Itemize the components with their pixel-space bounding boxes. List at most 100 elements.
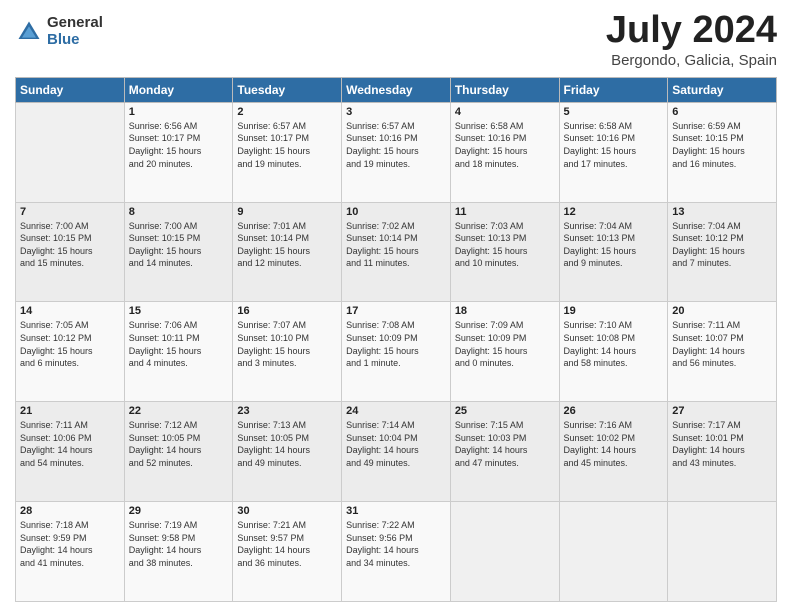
day-number: 20 — [672, 305, 772, 317]
calendar-cell: 13 Sunrise: 7:04 AM Sunset: 10:12 PM Dayl… — [668, 202, 777, 302]
calendar-cell: 19 Sunrise: 7:10 AM Sunset: 10:08 PM Dayl… — [559, 302, 668, 402]
day-number: 28 — [20, 505, 120, 517]
logo-blue: Blue — [47, 32, 103, 49]
calendar-cell: 21Sunrise: 7:11 AM Sunset: 10:06 PM Dayl… — [16, 402, 125, 502]
day-number: 7 — [20, 206, 120, 218]
day-info: Sunrise: 7:12 AM Sunset: 10:05 PM Daylig… — [129, 419, 229, 469]
calendar-cell: 28 Sunrise: 7:18 AM Sunset: 9:59 PM Dayli… — [16, 502, 125, 602]
calendar-cell: 24Sunrise: 7:14 AM Sunset: 10:04 PM Dayl… — [342, 402, 451, 502]
day-number: 25 — [455, 405, 555, 417]
day-number: 30 — [237, 505, 337, 517]
calendar-cell: 18Sunrise: 7:09 AM Sunset: 10:09 PM Dayl… — [450, 302, 559, 402]
day-number: 13 — [672, 206, 772, 218]
day-info: Sunrise: 7:22 AM Sunset: 9:56 PM Dayligh… — [346, 519, 446, 569]
day-info: Sunrise: 7:11 AM Sunset: 10:07 PM Daylig… — [672, 319, 772, 369]
calendar-table: SundayMondayTuesdayWednesdayThursdayFrid… — [15, 77, 777, 602]
logo-text: General Blue — [47, 15, 103, 48]
days-header-row: SundayMondayTuesdayWednesdayThursdayFrid… — [16, 77, 777, 102]
calendar-cell: 30 Sunrise: 7:21 AM Sunset: 9:57 PM Dayli… — [233, 502, 342, 602]
day-number: 18 — [455, 305, 555, 317]
week-row-3: 14 Sunrise: 7:05 AM Sunset: 10:12 PM Dayl… — [16, 302, 777, 402]
day-number: 3 — [346, 106, 446, 118]
location: Bergondo, Galicia, Spain — [606, 52, 777, 69]
day-info: Sunrise: 7:19 AM Sunset: 9:58 PM Dayligh… — [129, 519, 229, 569]
day-info: Sunrise: 7:04 AM Sunset: 10:12 PM Daylig… — [672, 220, 772, 270]
calendar-cell: 11 Sunrise: 7:03 AM Sunset: 10:13 PM Dayl… — [450, 202, 559, 302]
day-number: 29 — [129, 505, 229, 517]
day-info: Sunrise: 7:18 AM Sunset: 9:59 PM Dayligh… — [20, 519, 120, 569]
calendar-header: SundayMondayTuesdayWednesdayThursdayFrid… — [16, 77, 777, 102]
header: General Blue July 2024 Bergondo, Galicia… — [15, 10, 777, 69]
calendar-cell: 20 Sunrise: 7:11 AM Sunset: 10:07 PM Dayl… — [668, 302, 777, 402]
day-info: Sunrise: 7:00 AM Sunset: 10:15 PM Daylig… — [20, 220, 120, 270]
day-number: 2 — [237, 106, 337, 118]
day-number: 26 — [564, 405, 664, 417]
week-row-5: 28 Sunrise: 7:18 AM Sunset: 9:59 PM Dayli… — [16, 502, 777, 602]
day-info: Sunrise: 7:15 AM Sunset: 10:03 PM Daylig… — [455, 419, 555, 469]
day-header-thursday: Thursday — [450, 77, 559, 102]
day-number: 27 — [672, 405, 772, 417]
day-number: 19 — [564, 305, 664, 317]
title-block: July 2024 Bergondo, Galicia, Spain — [606, 10, 777, 69]
day-info: Sunrise: 7:01 AM Sunset: 10:14 PM Daylig… — [237, 220, 337, 270]
calendar-cell: 29 Sunrise: 7:19 AM Sunset: 9:58 PM Dayli… — [124, 502, 233, 602]
calendar-body: 1Sunrise: 6:56 AM Sunset: 10:17 PM Dayli… — [16, 102, 777, 601]
day-number: 23 — [237, 405, 337, 417]
calendar-cell: 26 Sunrise: 7:16 AM Sunset: 10:02 PM Dayl… — [559, 402, 668, 502]
day-info: Sunrise: 6:58 AM Sunset: 10:16 PM Daylig… — [455, 120, 555, 170]
day-header-wednesday: Wednesday — [342, 77, 451, 102]
calendar-cell — [559, 502, 668, 602]
day-number: 5 — [564, 106, 664, 118]
calendar-cell: 25 Sunrise: 7:15 AM Sunset: 10:03 PM Dayl… — [450, 402, 559, 502]
day-header-sunday: Sunday — [16, 77, 125, 102]
day-number: 4 — [455, 106, 555, 118]
week-row-2: 7 Sunrise: 7:00 AM Sunset: 10:15 PM Dayli… — [16, 202, 777, 302]
calendar-cell: 6 Sunrise: 6:59 AM Sunset: 10:15 PM Dayli… — [668, 102, 777, 202]
day-number: 12 — [564, 206, 664, 218]
day-info: Sunrise: 6:57 AM Sunset: 10:17 PM Daylig… — [237, 120, 337, 170]
day-info: Sunrise: 7:05 AM Sunset: 10:12 PM Daylig… — [20, 319, 120, 369]
day-number: 16 — [237, 305, 337, 317]
calendar-cell: 8Sunrise: 7:00 AM Sunset: 10:15 PM Dayli… — [124, 202, 233, 302]
day-info: Sunrise: 7:07 AM Sunset: 10:10 PM Daylig… — [237, 319, 337, 369]
calendar-cell: 10Sunrise: 7:02 AM Sunset: 10:14 PM Dayl… — [342, 202, 451, 302]
calendar-cell — [16, 102, 125, 202]
day-info: Sunrise: 7:03 AM Sunset: 10:13 PM Daylig… — [455, 220, 555, 270]
logo-icon — [15, 18, 43, 46]
calendar-cell: 15Sunrise: 7:06 AM Sunset: 10:11 PM Dayl… — [124, 302, 233, 402]
calendar-cell: 31 Sunrise: 7:22 AM Sunset: 9:56 PM Dayli… — [342, 502, 451, 602]
day-number: 6 — [672, 106, 772, 118]
calendar-cell: 22Sunrise: 7:12 AM Sunset: 10:05 PM Dayl… — [124, 402, 233, 502]
calendar-cell: 23Sunrise: 7:13 AM Sunset: 10:05 PM Dayl… — [233, 402, 342, 502]
day-info: Sunrise: 7:16 AM Sunset: 10:02 PM Daylig… — [564, 419, 664, 469]
page: General Blue July 2024 Bergondo, Galicia… — [0, 0, 792, 612]
day-info: Sunrise: 7:06 AM Sunset: 10:11 PM Daylig… — [129, 319, 229, 369]
day-info: Sunrise: 7:21 AM Sunset: 9:57 PM Dayligh… — [237, 519, 337, 569]
calendar-cell — [668, 502, 777, 602]
day-info: Sunrise: 6:57 AM Sunset: 10:16 PM Daylig… — [346, 120, 446, 170]
day-number: 1 — [129, 106, 229, 118]
calendar-cell: 12Sunrise: 7:04 AM Sunset: 10:13 PM Dayl… — [559, 202, 668, 302]
calendar-cell: 3 Sunrise: 6:57 AM Sunset: 10:16 PM Dayli… — [342, 102, 451, 202]
calendar-cell: 17Sunrise: 7:08 AM Sunset: 10:09 PM Dayl… — [342, 302, 451, 402]
day-info: Sunrise: 6:58 AM Sunset: 10:16 PM Daylig… — [564, 120, 664, 170]
logo: General Blue — [15, 15, 103, 48]
day-number: 24 — [346, 405, 446, 417]
day-header-tuesday: Tuesday — [233, 77, 342, 102]
calendar-cell: 1Sunrise: 6:56 AM Sunset: 10:17 PM Dayli… — [124, 102, 233, 202]
calendar-cell — [450, 502, 559, 602]
calendar-cell: 5 Sunrise: 6:58 AM Sunset: 10:16 PM Dayli… — [559, 102, 668, 202]
day-number: 11 — [455, 206, 555, 218]
day-info: Sunrise: 6:59 AM Sunset: 10:15 PM Daylig… — [672, 120, 772, 170]
day-header-friday: Friday — [559, 77, 668, 102]
calendar-cell: 16 Sunrise: 7:07 AM Sunset: 10:10 PM Dayl… — [233, 302, 342, 402]
calendar-cell: 14 Sunrise: 7:05 AM Sunset: 10:12 PM Dayl… — [16, 302, 125, 402]
day-number: 14 — [20, 305, 120, 317]
calendar-cell: 2 Sunrise: 6:57 AM Sunset: 10:17 PM Dayli… — [233, 102, 342, 202]
day-number: 31 — [346, 505, 446, 517]
calendar-cell: 4 Sunrise: 6:58 AM Sunset: 10:16 PM Dayli… — [450, 102, 559, 202]
calendar-cell: 7 Sunrise: 7:00 AM Sunset: 10:15 PM Dayli… — [16, 202, 125, 302]
day-number: 21 — [20, 405, 120, 417]
day-info: Sunrise: 7:10 AM Sunset: 10:08 PM Daylig… — [564, 319, 664, 369]
week-row-1: 1Sunrise: 6:56 AM Sunset: 10:17 PM Dayli… — [16, 102, 777, 202]
